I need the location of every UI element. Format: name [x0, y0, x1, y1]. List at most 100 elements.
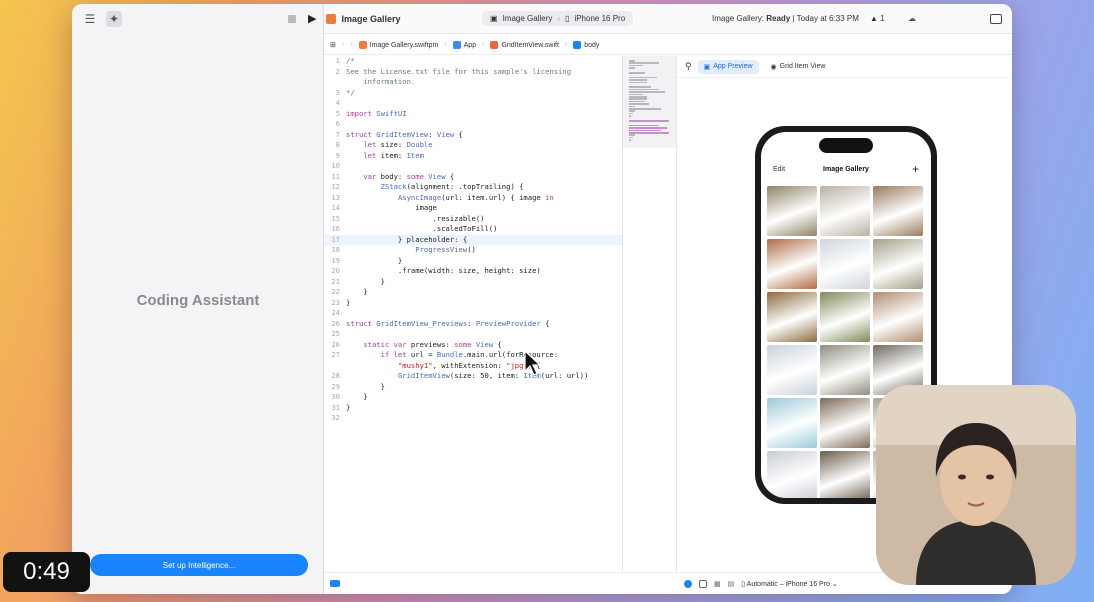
code-line[interactable]: 11 var body: some View { [324, 172, 622, 183]
minimap-line [629, 76, 657, 79]
code-line[interactable]: 4 [324, 98, 622, 109]
line-number: 26 [331, 339, 340, 349]
code-line[interactable]: 21 } [324, 277, 622, 288]
code-line[interactable]: 1 /* [324, 56, 622, 67]
photo-tile[interactable] [873, 292, 923, 342]
code-line[interactable]: "mushy1", withExtension: "jpg") { [324, 361, 622, 372]
forward-icon[interactable]: › [350, 41, 352, 48]
device-settings-icon[interactable]: ▤ [728, 580, 735, 588]
live-preview-icon[interactable] [684, 579, 692, 588]
code-line[interactable]: 17 } placeholder: { [324, 234, 622, 245]
edit-button[interactable]: Edit [773, 166, 785, 173]
code-line[interactable]: information. [324, 77, 622, 88]
code-line[interactable]: 32 [324, 413, 622, 424]
minimap[interactable] [622, 56, 676, 148]
code-text: let size: Double [363, 140, 433, 149]
breadcrumb-symbol[interactable]: body [573, 40, 599, 49]
sparkle-icon[interactable]: ✦ [106, 11, 122, 27]
minimap-line [629, 79, 647, 81]
photo-tile[interactable] [820, 345, 870, 395]
add-button[interactable]: + [912, 162, 919, 176]
swift-package-icon [326, 13, 337, 24]
code-line[interactable]: 6 [324, 119, 622, 130]
code-line[interactable]: 24 [324, 308, 622, 319]
photo-tile[interactable] [820, 451, 870, 498]
photo-tile[interactable] [767, 186, 817, 236]
minimap-line [629, 93, 643, 96]
photo-tile[interactable] [820, 186, 870, 236]
selectable-mode-icon[interactable] [699, 579, 707, 588]
code-line[interactable]: 25 [324, 329, 622, 340]
setup-intelligence-button[interactable]: Set up Intelligence... [90, 554, 308, 576]
stop-icon[interactable] [288, 14, 296, 23]
code-line[interactable]: 19 } [324, 256, 622, 267]
code-line[interactable]: 9 let item: Item [324, 151, 622, 162]
list-icon[interactable]: ☰ [82, 11, 98, 27]
code-line[interactable]: 22 } [324, 287, 622, 298]
code-line[interactable]: 20 .frame(width: size, height: size) [324, 266, 622, 277]
breadcrumb-file[interactable]: GridItemView.swift [490, 40, 559, 49]
warning-indicator[interactable]: ▲ 1 [870, 14, 885, 23]
variants-icon[interactable]: ▦ [714, 580, 721, 588]
photo-tile[interactable] [767, 239, 817, 289]
minimap-line [629, 110, 635, 112]
code-text: } [346, 297, 351, 307]
photo-tile[interactable] [820, 292, 870, 342]
code-line[interactable]: 18 ProgressView() [324, 245, 622, 256]
minimap-line [629, 60, 635, 62]
code-line[interactable]: 5 import SwiftUI [324, 109, 622, 120]
debug-area-icon[interactable] [330, 580, 340, 587]
warning-icon: ▲ [870, 14, 878, 23]
code-line[interactable]: 28 GridItemView(size: 50, item: Item(url… [324, 371, 622, 382]
code-text: .frame(width: size, height: size) [346, 266, 541, 275]
code-text: .scaledToFill() [346, 224, 498, 233]
minimap-line [629, 124, 659, 127]
photo-tile[interactable] [767, 292, 817, 342]
line-number: 27 [331, 350, 340, 359]
pin-icon[interactable]: ⚲ [685, 61, 692, 72]
code-line[interactable]: 8 let size: Double [324, 140, 622, 151]
minimap-line [629, 62, 659, 64]
photo-tile[interactable] [820, 398, 870, 448]
photo-tile[interactable] [820, 239, 870, 289]
breadcrumb-folder[interactable]: App [452, 40, 476, 49]
tab-app-preview[interactable]: ▣ App Preview [697, 59, 759, 74]
grid-icon[interactable]: ⊞ [330, 41, 336, 49]
code-line[interactable]: 16 .scaledToFill() [324, 224, 622, 235]
code-line[interactable]: 31} [324, 403, 622, 414]
code-text: GridItemView(size: 50, item: Item(url: u… [397, 371, 589, 380]
device-icon: ▯ [565, 14, 570, 23]
code-line[interactable]: 7 struct GridItemView: View { [324, 130, 622, 141]
device-selector[interactable]: ▯ Automatic – iPhone 16 Pro ⌄ [741, 580, 838, 588]
photo-tile[interactable] [873, 186, 923, 236]
inspector-toggle-icon[interactable] [990, 13, 1002, 24]
code-line[interactable]: 26 struct GridItemView_Previews: PreviewP… [324, 319, 622, 330]
code-line[interactable]: 27 if let url = Bundle.main.url(forResou… [324, 350, 622, 361]
code-line[interactable]: 13 AsyncImage(url: item.url) { image in [324, 193, 622, 204]
back-icon[interactable]: ‹ [342, 41, 344, 48]
tab-grid-item-view[interactable]: ◉ Grid Item View [765, 60, 832, 74]
code-line[interactable]: 10 [324, 161, 622, 172]
breadcrumb-package[interactable]: Image Gallery.swiftpm [358, 40, 438, 49]
scheme-selector[interactable]: ▣ Image Gallery › ▯ iPhone 16 Pro [482, 11, 634, 26]
code-line[interactable]: 14 image [324, 203, 622, 214]
run-icon[interactable]: ▶ [308, 12, 316, 25]
photo-tile[interactable] [873, 239, 923, 289]
line-number: 7 [335, 129, 340, 139]
code-line[interactable]: 12 ZStack(alignment: .topTrailing) { [324, 182, 622, 193]
code-editor[interactable]: 1 /* 2 See the License.txt file for this sa… [324, 56, 622, 572]
photo-tile[interactable] [767, 345, 817, 395]
code-line[interactable]: 29 } [324, 382, 622, 393]
code-line[interactable]: 23} [324, 298, 622, 309]
build-status: Image Gallery: Ready | Today at 6:33 PM [712, 14, 859, 23]
cloud-icon[interactable]: ☁ [908, 14, 916, 23]
code-line[interactable]: 30 } [324, 392, 622, 403]
minimap-line [629, 112, 633, 115]
code-line[interactable]: 26 static var previews: some View { [324, 340, 622, 351]
photo-tile[interactable] [767, 451, 817, 498]
code-text: } [346, 255, 403, 265]
photo-tile[interactable] [767, 398, 817, 448]
code-line[interactable]: 15 .resizable() [324, 214, 622, 225]
code-line[interactable]: 2 See the License.txt file for this sampl… [324, 67, 622, 78]
code-line[interactable]: 3 */ [324, 88, 622, 99]
